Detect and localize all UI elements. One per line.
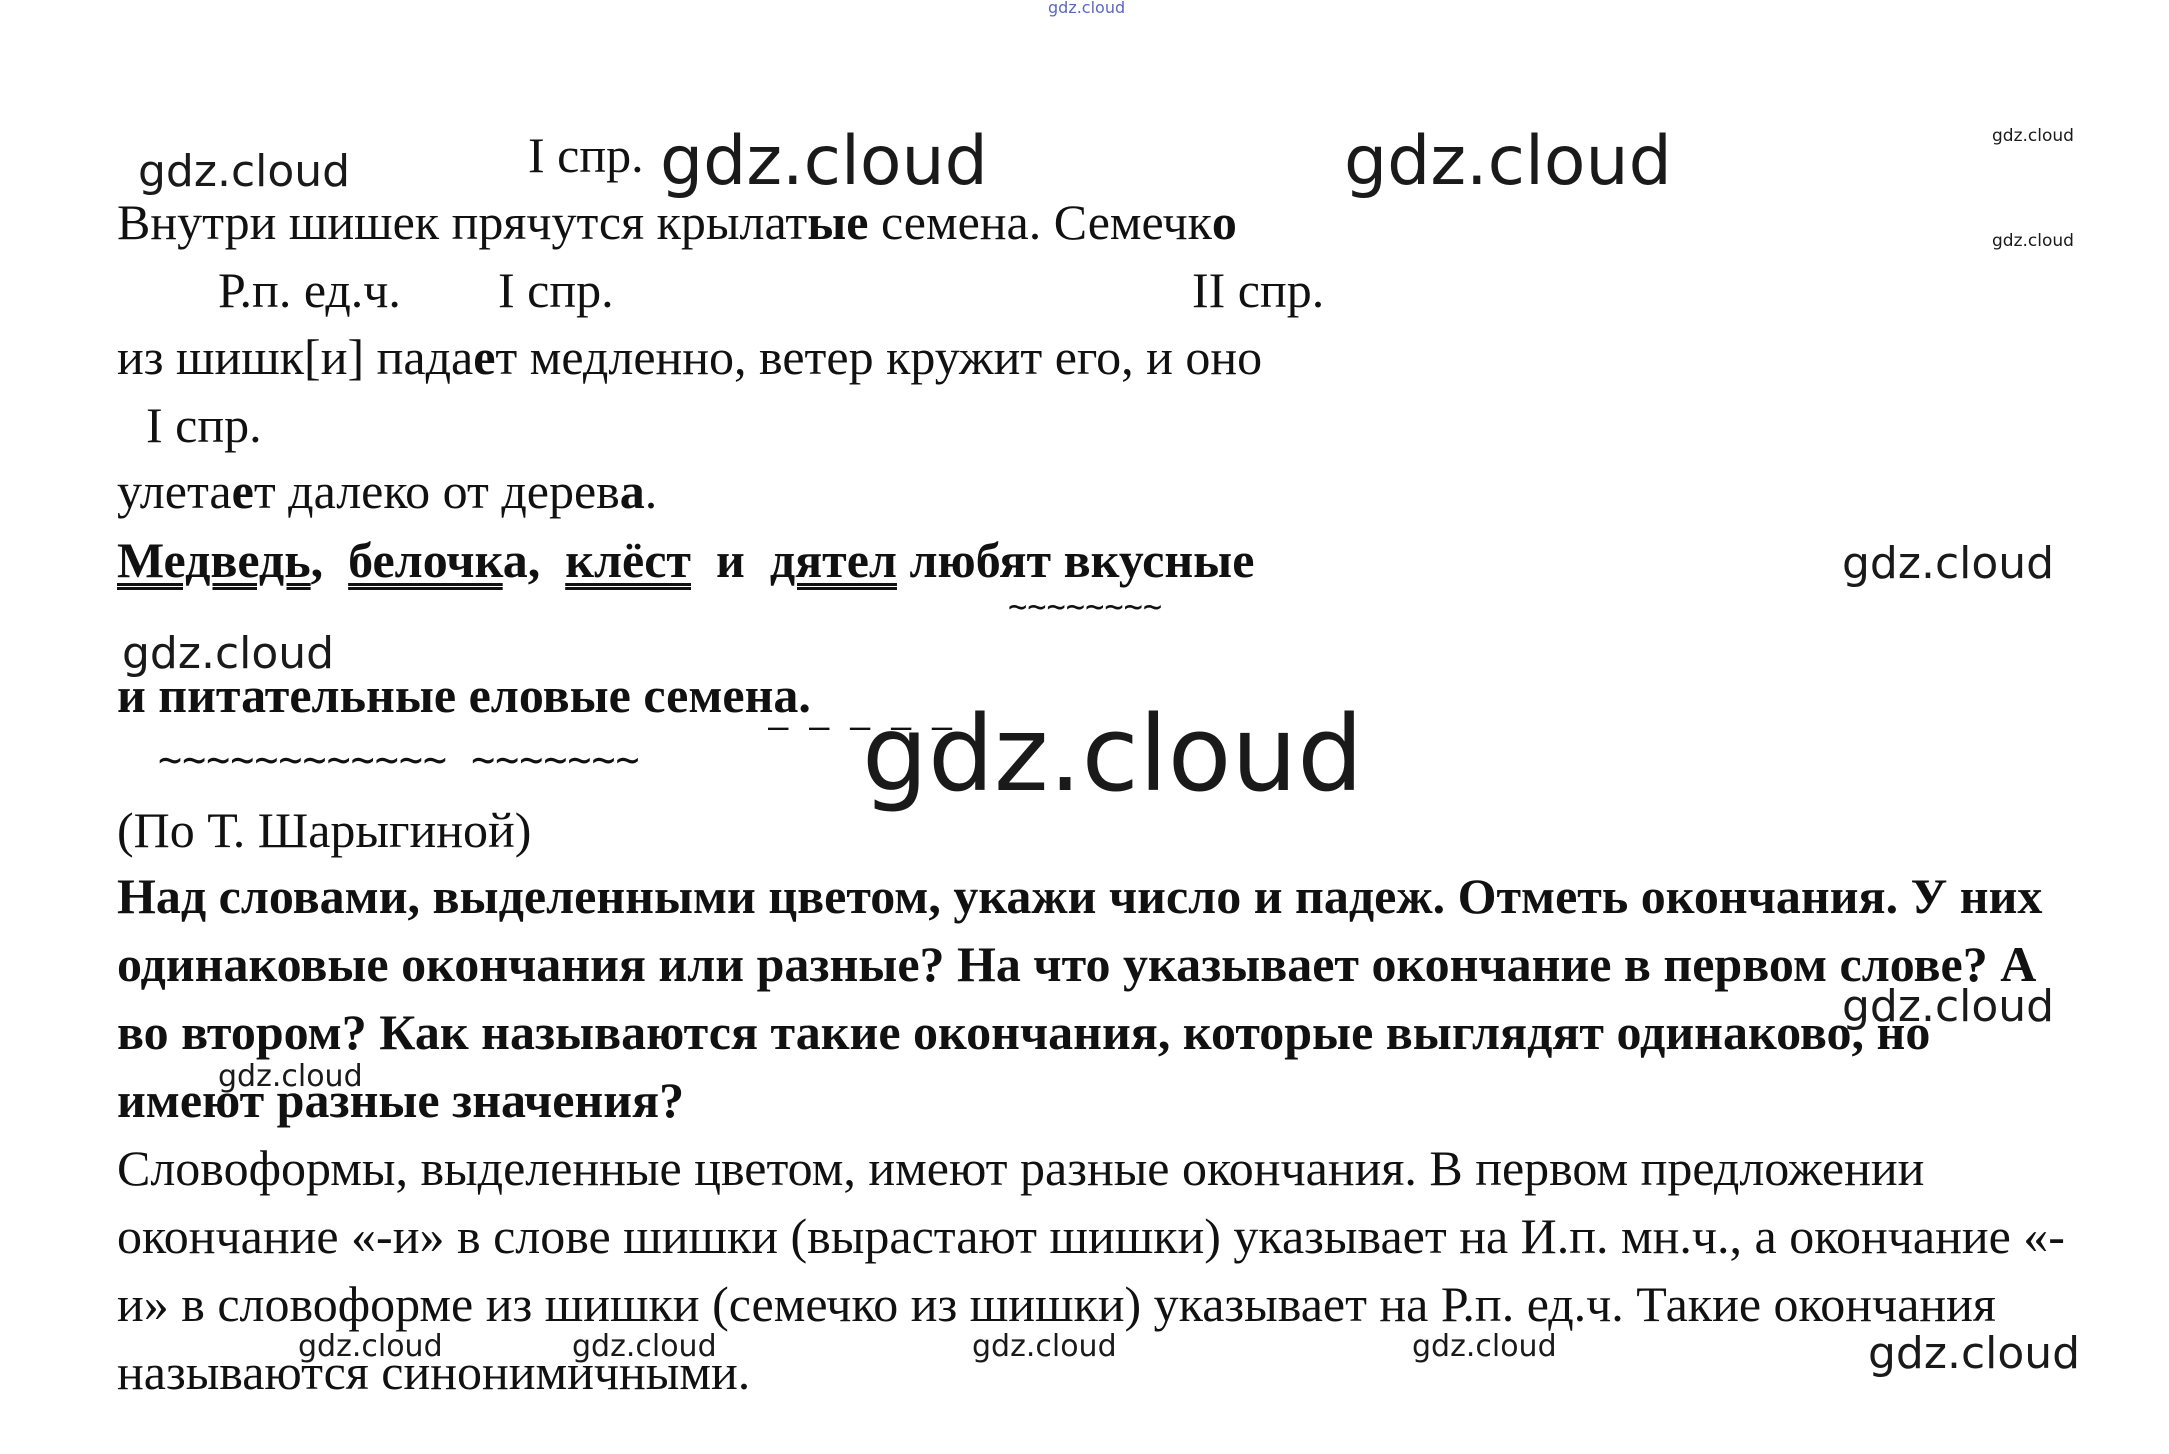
watermark-1: gdz.cloud (138, 146, 351, 197)
watermark-9: gdz.cloud (1842, 981, 2055, 1032)
line2-ending: е (473, 329, 496, 385)
wavy-underline-predicate: ~~~~~~~~ (1008, 587, 1163, 625)
watermark-15: gdz.cloud (1868, 1328, 2081, 1379)
line3-period: . (644, 463, 658, 519)
sep-3: и (691, 532, 770, 588)
sep-2: , (527, 532, 566, 588)
line1-part-b: семена. Семечк (868, 194, 1212, 250)
watermark-10: gdz.cloud (218, 1059, 363, 1094)
line2-part-b: т медленно, ветер кружит его, и оно (495, 329, 1263, 385)
watermark-3: gdz.cloud (1344, 122, 1672, 201)
line1-part-a: Внутри шишек прячутся крылат (117, 194, 808, 250)
subject-belochk: белочк (348, 532, 503, 588)
subject-klyost: клёст (565, 532, 691, 588)
watermark-6: gdz.cloud (1842, 538, 2055, 589)
annotation-case-number: Р.п. ед.ч. (218, 262, 401, 318)
text-line-4: Медведь, белочка, клёст и дятел любят вк… (117, 535, 1254, 585)
line3-ending-1: е (231, 463, 254, 519)
subject-belochka-ending: а (502, 532, 528, 588)
predicate-rest: любят вкусные (896, 532, 1255, 588)
subject-dyatel: дятел (769, 532, 897, 588)
watermark-top: gdz.cloud (1048, 0, 1126, 17)
line2-part-a: из шишк[и] пада (117, 329, 474, 385)
watermark-5: gdz.cloud (1992, 231, 2074, 251)
watermark-11: gdz.cloud (298, 1329, 443, 1364)
watermark-14: gdz.cloud (1412, 1329, 1557, 1364)
watermark-12: gdz.cloud (572, 1329, 717, 1364)
annotation-conjugation-4: I спр. (146, 397, 262, 453)
annotation-conjugation-3: II спр. (1192, 262, 1325, 318)
text-line-2: из шишк[и] падает медленно, ветер кружит… (117, 332, 1262, 382)
author-credit: (По Т. Шарыгиной) (117, 802, 532, 858)
annotation-conjugation-2: I спр. (498, 262, 614, 318)
task-text: Над словами, выделенными цветом, укажи ч… (117, 868, 2043, 1128)
answer-text: Словоформы, выделенные цветом, имеют раз… (117, 1140, 2065, 1400)
line3-part-a: улета (117, 463, 232, 519)
annotation-conjugation-1: I спр. (528, 127, 644, 183)
text-line-1: Внутри шишек прячутся крылатые семена. С… (117, 197, 1237, 247)
wavy-underline-modifiers: ~~~~~~~~~~~~ ~~~~~~~ (158, 737, 640, 783)
watermark-7: gdz.cloud (122, 628, 335, 679)
text-line-3: улетает далеко от дерева. (117, 466, 657, 516)
subject-medved: Медведь (117, 532, 311, 588)
watermark-4: gdz.cloud (1992, 126, 2074, 146)
line3-part-b: т далеко от дерев (253, 463, 620, 519)
line1-ending-2: о (1211, 194, 1237, 250)
line1-ending-1: ые (807, 194, 869, 250)
watermark-13: gdz.cloud (972, 1329, 1117, 1364)
line3-ending-2: а (619, 463, 645, 519)
watermark-8: gdz.cloud (862, 693, 1364, 815)
sep-1: , (310, 532, 349, 588)
watermark-2: gdz.cloud (660, 122, 988, 201)
